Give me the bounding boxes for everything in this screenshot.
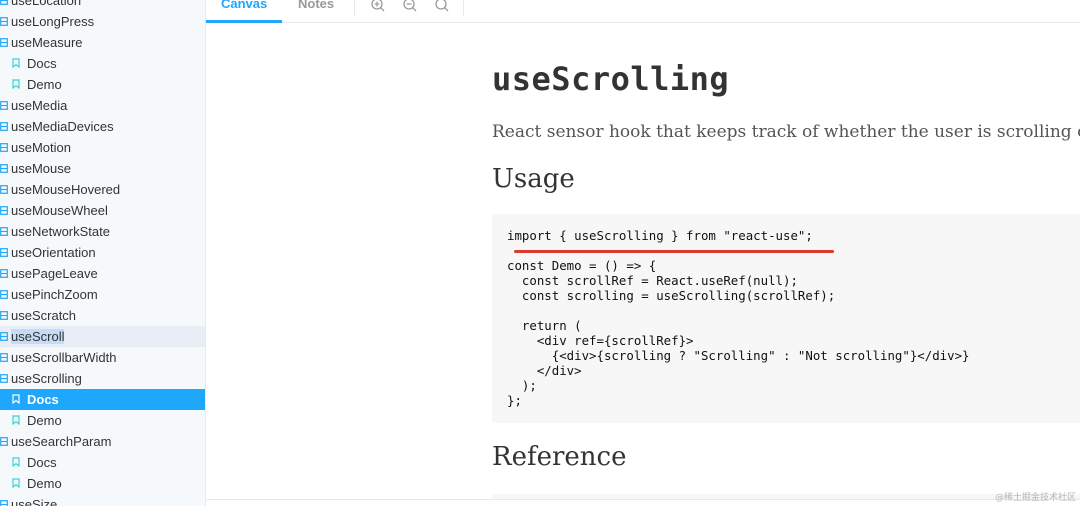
bookmark-icon xyxy=(12,410,20,431)
sidebar-item-label: useLocation xyxy=(11,0,82,8)
tab-canvas[interactable]: Canvas xyxy=(206,0,283,23)
sidebar-component-item[interactable]: useNetworkState xyxy=(0,221,205,242)
sidebar-item-label: useScratch xyxy=(11,308,77,323)
component-icon xyxy=(0,431,8,452)
code-block: import { useScrolling } from "react-use"… xyxy=(492,214,1080,423)
toolbar: Canvas Notes xyxy=(206,0,1080,23)
component-icon xyxy=(0,347,8,368)
component-icon xyxy=(0,326,8,347)
sidebar-story-item[interactable]: Demo xyxy=(0,410,205,431)
component-icon xyxy=(0,200,8,221)
sidebar-item-label: Demo xyxy=(27,413,62,428)
bookmark-icon xyxy=(12,473,20,494)
component-icon xyxy=(0,368,8,389)
sidebar-component-item[interactable]: useMeasure xyxy=(0,32,205,53)
sidebar-component-item[interactable]: usePinchZoom xyxy=(0,284,205,305)
sidebar-item-label: useMouseWheel xyxy=(11,203,108,218)
component-icon xyxy=(0,242,8,263)
sidebar-item-label: useMouse xyxy=(11,161,71,176)
zoom-out-icon[interactable] xyxy=(402,0,418,13)
bookmark-icon xyxy=(12,389,20,410)
reference-heading: Reference xyxy=(492,442,627,472)
bottom-panel-edge xyxy=(206,499,1080,506)
sidebar-component-item[interactable]: useScratch xyxy=(0,305,205,326)
sidebar-item-label: useSearchParam xyxy=(11,434,112,449)
watermark: @稀土掘金技术社区 xyxy=(994,493,1076,503)
sidebar-story-item[interactable]: Docs xyxy=(0,389,205,410)
page-description: React sensor hook that keeps track of wh… xyxy=(492,122,1080,142)
sidebar-item-label: Demo xyxy=(27,77,62,92)
component-icon xyxy=(0,179,8,200)
toolbar-divider xyxy=(354,0,355,16)
sidebar-component-item[interactable]: useMouseWheel xyxy=(0,200,205,221)
sidebar-item-label: useMouseHovered xyxy=(11,182,121,197)
sidebar-item-label: useMotion xyxy=(11,140,71,155)
sidebar-component-item[interactable]: useScrolling xyxy=(0,368,205,389)
sidebar-component-item[interactable]: useMouseHovered xyxy=(0,179,205,200)
sidebar-item-label: useNetworkState xyxy=(11,224,110,239)
sidebar-item-label: useScroll xyxy=(11,329,65,344)
bookmark-icon xyxy=(12,74,20,95)
sidebar-story-item[interactable]: Demo xyxy=(0,74,205,95)
sidebar-component-item[interactable]: useMouse xyxy=(0,158,205,179)
sidebar-tree: useLocation useLongPress useMeasure Docs Dem… xyxy=(0,0,205,506)
sidebar-item-label: Docs xyxy=(27,56,57,71)
sidebar-item-label: Demo xyxy=(27,476,62,491)
sidebar-story-item[interactable]: Demo xyxy=(0,473,205,494)
sidebar-item-label: Docs xyxy=(27,392,59,407)
sidebar-component-item[interactable]: useLongPress xyxy=(0,11,205,32)
sidebar: useLocation useLongPress useMeasure Docs Dem… xyxy=(0,0,206,506)
zoom-in-icon[interactable] xyxy=(370,0,386,13)
sidebar-item-label: useOrientation xyxy=(11,245,96,260)
annotation-underline xyxy=(514,250,834,253)
sidebar-item-label: usePinchZoom xyxy=(11,287,98,302)
sidebar-item-label: useScrolling xyxy=(11,371,82,386)
component-icon xyxy=(0,221,8,242)
sidebar-component-item[interactable]: useMediaDevices xyxy=(0,116,205,137)
sidebar-component-item[interactable]: useMedia xyxy=(0,95,205,116)
zoom-reset-icon[interactable] xyxy=(434,0,450,13)
sidebar-item-label: useScrollbarWidth xyxy=(11,350,117,365)
sidebar-item-label: useMediaDevices xyxy=(11,119,114,134)
sidebar-component-item[interactable]: useMotion xyxy=(0,137,205,158)
usage-heading: Usage xyxy=(492,164,575,194)
page-title: useScrolling xyxy=(492,60,730,98)
sidebar-component-item[interactable]: useSearchParam xyxy=(0,431,205,452)
tab-notes[interactable]: Notes xyxy=(283,0,349,23)
component-icon xyxy=(0,494,8,506)
sidebar-component-item[interactable]: useOrientation xyxy=(0,242,205,263)
component-icon xyxy=(0,158,8,179)
component-icon xyxy=(0,137,8,158)
bookmark-icon xyxy=(12,452,20,473)
sidebar-item-label: usePageLeave xyxy=(11,266,98,281)
component-icon xyxy=(0,305,8,326)
component-icon xyxy=(0,263,8,284)
sidebar-story-item[interactable]: Docs xyxy=(0,452,205,473)
component-icon xyxy=(0,95,8,116)
sidebar-component-item[interactable]: useScrollbarWidth xyxy=(0,347,205,368)
component-icon xyxy=(0,284,8,305)
sidebar-item-label: Docs xyxy=(27,455,57,470)
toolbar-divider xyxy=(463,0,464,16)
component-icon xyxy=(0,116,8,137)
docs-canvas: useScrolling React sensor hook that keep… xyxy=(206,24,1080,500)
component-icon xyxy=(0,0,8,11)
component-icon xyxy=(0,11,8,32)
sidebar-item-label: useMeasure xyxy=(11,35,83,50)
sidebar-component-item[interactable]: useLocation xyxy=(0,0,205,11)
component-icon xyxy=(0,32,8,53)
sidebar-item-label: useLongPress xyxy=(11,14,95,29)
bookmark-icon xyxy=(12,53,20,74)
sidebar-component-item[interactable]: useSize xyxy=(0,494,205,506)
sidebar-item-label: useMedia xyxy=(11,98,68,113)
sidebar-item-label: useSize xyxy=(11,497,58,506)
sidebar-story-item[interactable]: Docs xyxy=(0,53,205,74)
sidebar-component-item[interactable]: useScroll xyxy=(0,326,205,347)
code-content: import { useScrolling } from "react-use"… xyxy=(507,228,970,408)
sidebar-component-item[interactable]: usePageLeave xyxy=(0,263,205,284)
